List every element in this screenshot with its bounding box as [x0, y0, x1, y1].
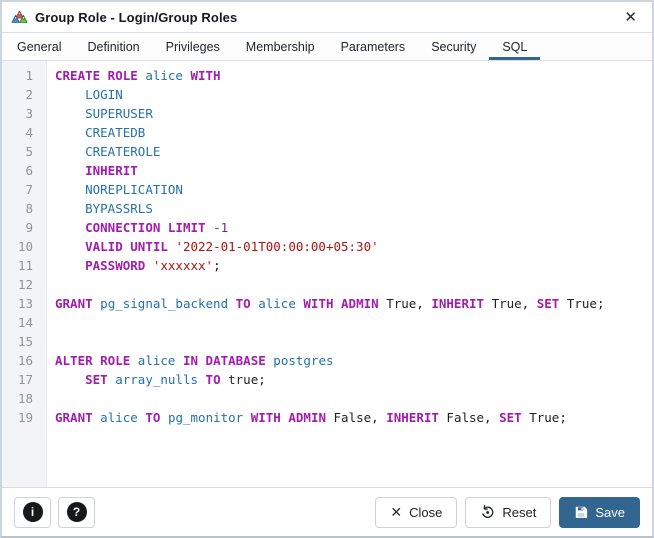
line-number: 8	[25, 201, 33, 216]
group-role-icon	[11, 10, 28, 23]
tab-security[interactable]: Security	[418, 33, 489, 60]
save-icon	[576, 506, 588, 519]
group-role-dialog: Group Role - Login/Group Roles ✕ General…	[0, 0, 654, 538]
tab-general[interactable]: General	[4, 33, 74, 60]
line-number: 19	[17, 410, 33, 425]
code-line: 1 CREATE ROLE alice WITH	[2, 66, 652, 85]
code-line: 14	[2, 313, 652, 332]
tab-bar: General Definition Privileges Membership Par…	[2, 33, 652, 61]
line-content: INHERIT	[85, 163, 138, 178]
code-line: 17 SET array_nulls TO true;	[2, 370, 652, 389]
line-number: 3	[25, 106, 33, 121]
code-line: 5 CREATEROLE	[2, 142, 652, 161]
code-line: 9 CONNECTION LIMIT -1	[2, 218, 652, 237]
line-content: GRANT alice TO pg_monitor WITH ADMIN Fal…	[55, 410, 567, 425]
line-content: VALID UNTIL '2022-01-01T00:00:00+05:30'	[85, 239, 379, 254]
line-number: 2	[25, 87, 33, 102]
line-content: CONNECTION LIMIT -1	[85, 220, 229, 235]
sql-help-button[interactable]: i	[14, 496, 51, 528]
line-content	[46, 313, 55, 332]
line-number: 13	[17, 296, 33, 311]
line-number: 6	[25, 163, 33, 178]
info-icon: i	[22, 502, 43, 522]
line-number: 5	[25, 144, 33, 159]
code-line: 6 INHERIT	[2, 161, 652, 180]
line-number: 10	[17, 239, 33, 254]
save-button-label: Save	[595, 504, 625, 520]
dialog-footer: i ? ✕ Close Reset Save	[2, 487, 652, 536]
line-number: 17	[17, 372, 33, 387]
code-line: 3 SUPERUSER	[2, 104, 652, 123]
question-icon: ?	[66, 502, 87, 522]
line-number: 4	[25, 125, 33, 140]
footer-left-group: i ?	[14, 496, 95, 528]
code-line: 10 VALID UNTIL '2022-01-01T00:00:00+05:3…	[2, 237, 652, 256]
code-line: 13 GRANT pg_signal_backend TO alice WITH …	[2, 294, 652, 313]
code-line: 11 PASSWORD 'xxxxxx';	[2, 256, 652, 275]
close-button-label: Close	[409, 504, 443, 520]
tab-membership[interactable]: Membership	[233, 33, 328, 60]
code-line: 18	[2, 389, 652, 408]
line-content: SUPERUSER	[85, 106, 153, 121]
sql-editor[interactable]: 1 CREATE ROLE alice WITH 2 LOGIN 3 SUPERUSE…	[2, 61, 652, 487]
line-content: SET array_nulls TO true;	[85, 372, 266, 387]
line-content: NOREPLICATION	[85, 182, 183, 197]
line-number: 7	[25, 182, 33, 197]
line-number: 12	[17, 277, 33, 292]
dialog-close-icon[interactable]: ✕	[621, 8, 640, 27]
close-icon: ✕	[390, 504, 403, 520]
line-content: PASSWORD 'xxxxxx';	[85, 258, 221, 273]
line-content: GRANT pg_signal_backend TO alice WITH AD…	[55, 296, 605, 311]
code-line: 8 BYPASSRLS	[2, 199, 652, 218]
line-content: CREATEROLE	[85, 144, 161, 159]
line-content: CREATEDB	[85, 125, 146, 140]
code-line: 19 GRANT alice TO pg_monitor WITH ADMIN F…	[2, 408, 652, 427]
line-number: 9	[25, 220, 33, 235]
line-content	[46, 332, 55, 351]
line-number: 11	[17, 258, 33, 273]
line-content: CREATE ROLE alice WITH	[55, 68, 221, 83]
line-number: 16	[17, 353, 33, 368]
dialog-titlebar: Group Role - Login/Group Roles ✕	[2, 2, 652, 33]
line-content: ALTER ROLE alice IN DATABASE postgres	[55, 353, 334, 368]
dialog-title: Group Role - Login/Group Roles	[35, 9, 238, 25]
tab-sql[interactable]: SQL	[489, 33, 541, 60]
reset-button[interactable]: Reset	[465, 496, 552, 528]
code-line: 15	[2, 332, 652, 351]
code-lines: 1 CREATE ROLE alice WITH 2 LOGIN 3 SUPERUSE…	[2, 66, 652, 427]
reset-icon	[482, 504, 494, 518]
line-number: 1	[25, 68, 33, 83]
line-number: 14	[17, 315, 33, 330]
tab-parameters[interactable]: Parameters	[328, 33, 419, 60]
code-line: 16 ALTER ROLE alice IN DATABASE postgres	[2, 351, 652, 370]
tab-privileges[interactable]: Privileges	[153, 33, 233, 60]
code-line: 2 LOGIN	[2, 85, 652, 104]
footer-right-group: ✕ Close Reset Save	[375, 496, 640, 528]
line-number: 18	[17, 391, 33, 406]
line-content	[46, 275, 55, 294]
tab-definition[interactable]: Definition	[74, 33, 152, 60]
line-content: LOGIN	[85, 87, 123, 102]
code-line: 7 NOREPLICATION	[2, 180, 652, 199]
line-content: BYPASSRLS	[85, 201, 153, 216]
save-button[interactable]: Save	[559, 496, 640, 528]
code-line: 12	[2, 275, 652, 294]
line-number: 15	[17, 334, 33, 349]
reset-button-label: Reset	[502, 504, 537, 520]
close-button[interactable]: ✕ Close	[375, 496, 458, 528]
dialog-help-button[interactable]: ?	[58, 496, 95, 528]
code-line: 4 CREATEDB	[2, 123, 652, 142]
line-content	[46, 389, 55, 408]
